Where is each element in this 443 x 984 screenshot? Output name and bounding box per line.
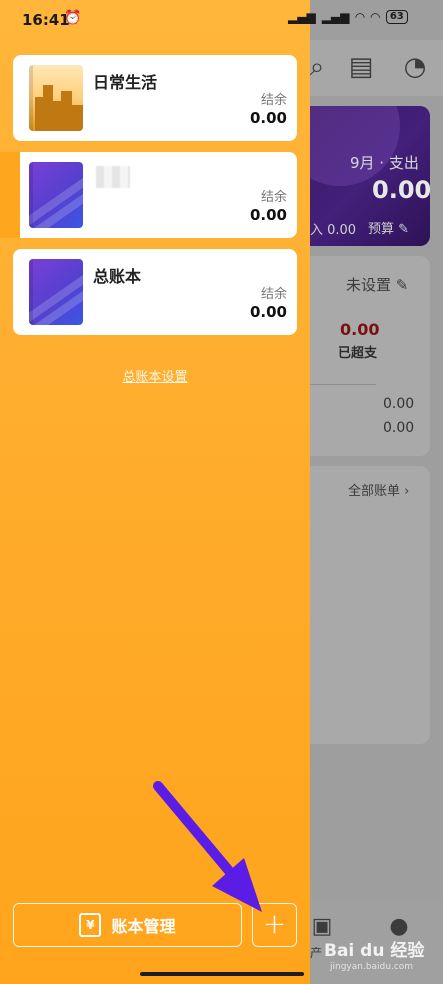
divider xyxy=(310,384,376,385)
drawer-bottom-actions: ¥ 账本管理 + xyxy=(13,903,297,947)
bills-card xyxy=(310,466,430,744)
home-indicator xyxy=(140,972,304,976)
signal-icon: ▂▄▆ xyxy=(288,10,316,24)
nav-label-assets: 产 xyxy=(310,946,323,960)
watermark-url: jingyan.baidu.com xyxy=(330,962,414,972)
balance-label: 结余 xyxy=(260,190,287,205)
purple-cover-icon xyxy=(29,259,83,325)
account-book-drawer: 日常生活 结余 0.00 结余 0.00 总账本 结余 0.00 总账本设置 ¥… xyxy=(0,0,310,984)
summary-value-2: 0.00 xyxy=(383,420,415,436)
budget-button[interactable]: 预算 ✎ xyxy=(368,218,409,237)
over-budget-value: 0.00 xyxy=(340,320,380,339)
balance-label: 结余 xyxy=(260,93,287,108)
add-book-button[interactable]: + xyxy=(252,903,297,947)
balance-value: 0.00 xyxy=(249,303,287,321)
balance-label: 结余 xyxy=(260,287,287,302)
over-budget-label: 已超支 xyxy=(338,346,378,361)
city-cover-icon xyxy=(29,65,83,131)
book-name: 日常生活 xyxy=(93,73,158,92)
book-item-general-ledger[interactable]: 总账本 结余 0.00 xyxy=(13,249,297,335)
pie-chart-icon[interactable]: ◔ xyxy=(398,50,432,84)
ledger-icon: ¥ xyxy=(79,913,102,937)
scroll-icon[interactable]: ▤ xyxy=(344,50,378,84)
book-management-label: 账本管理 xyxy=(111,917,176,936)
status-bar: 16:41 ⏰ ▂▄▆ ▂▄▆ ◠ ◠ 63 xyxy=(0,0,443,40)
book-item-daily-life[interactable]: 日常生活 结余 0.00 xyxy=(13,55,297,141)
month-label: 9月 · 支出 xyxy=(350,154,419,172)
summary-value-1: 0.00 xyxy=(383,396,415,412)
balance-value: 0.00 xyxy=(249,206,287,224)
month-expense: 0.00 xyxy=(372,176,432,204)
wifi-icon: ◠ xyxy=(355,10,365,24)
status-icons: ▂▄▆ ▂▄▆ ◠ ◠ 63 xyxy=(288,10,408,24)
status-time: 16:41 xyxy=(22,11,70,29)
income-label: 入 0.00 xyxy=(310,223,357,238)
book-item-selected[interactable]: 结余 0.00 xyxy=(0,152,297,238)
general-ledger-settings-link[interactable]: 总账本设置 xyxy=(0,366,310,385)
blurred-book-name xyxy=(96,166,130,188)
budget-status[interactable]: 未设置 ✎ xyxy=(346,274,408,295)
book-management-button[interactable]: ¥ 账本管理 xyxy=(13,903,242,947)
all-bills-link[interactable]: 全部账单 › xyxy=(348,480,409,499)
balance-value: 0.00 xyxy=(249,109,287,127)
purple-cover-icon xyxy=(29,162,83,228)
signal-icon: ▂▄▆ xyxy=(321,10,350,24)
watermark-logo: Bai du 经验 xyxy=(324,941,425,961)
book-name: 总账本 xyxy=(93,267,142,286)
wifi-icon: ◠ xyxy=(370,10,380,24)
battery-icon: 63 xyxy=(385,10,408,24)
alarm-icon: ⏰ xyxy=(64,10,82,26)
